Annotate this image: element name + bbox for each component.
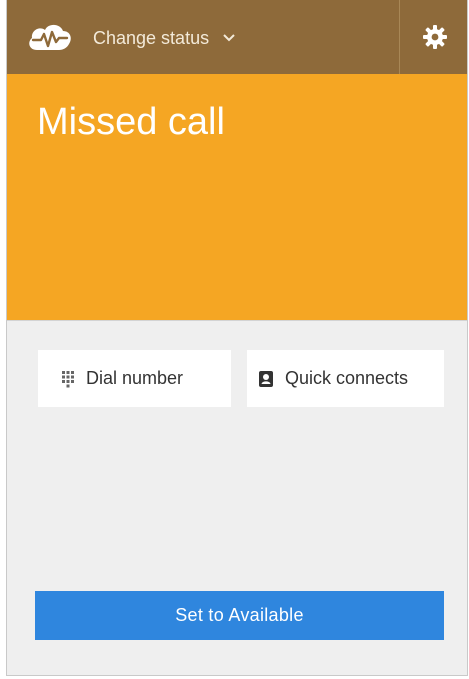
dial-number-button[interactable]: Dial number <box>38 350 231 407</box>
gear-icon <box>422 25 447 49</box>
change-status-dropdown[interactable]: Change status <box>93 24 237 52</box>
call-state-title: Missed call <box>37 101 225 143</box>
chevron-down-icon <box>223 34 235 42</box>
header-bar: Change status <box>7 0 467 74</box>
settings-button[interactable] <box>400 0 467 74</box>
set-available-button[interactable]: Set to Available <box>35 591 444 640</box>
cloud-pulse-icon <box>29 24 71 50</box>
change-status-label: Change status <box>93 27 210 48</box>
quick-connects-label: Quick connects <box>285 368 409 388</box>
divider <box>7 320 467 321</box>
missed-call-banner: Missed call <box>7 74 467 320</box>
contact-control-panel: Change status Missed call Dial number Qu… <box>6 0 468 676</box>
contact-book-icon <box>259 370 273 387</box>
dial-number-label: Dial number <box>86 368 184 388</box>
quick-connects-button[interactable]: Quick connects <box>247 350 444 407</box>
dialpad-icon <box>62 370 74 387</box>
